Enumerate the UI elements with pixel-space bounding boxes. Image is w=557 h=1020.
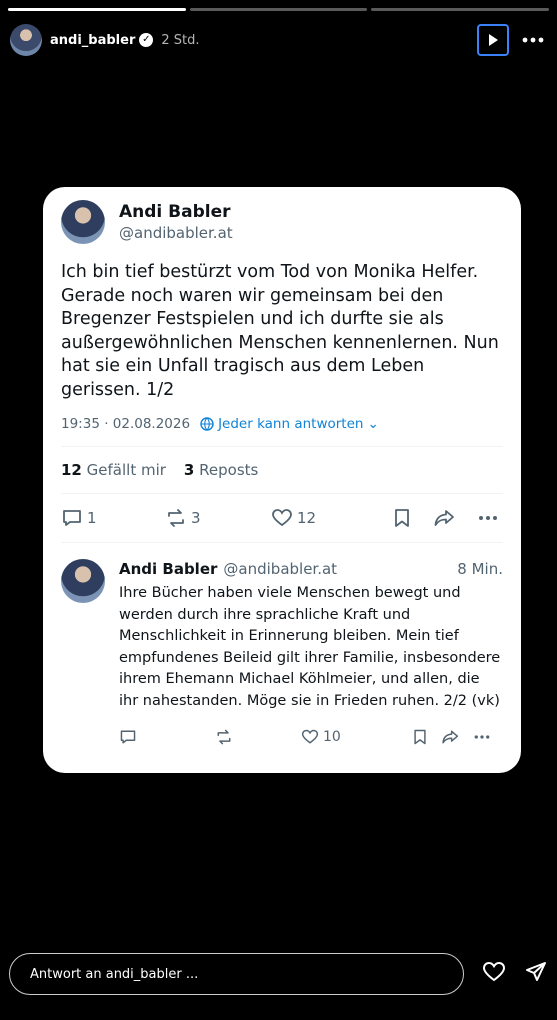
heart-icon: [272, 509, 292, 527]
reply-bookmark-action: [411, 728, 441, 746]
likes-count: 12: [61, 461, 82, 479]
progress-segment: [8, 8, 186, 11]
send-icon: [526, 962, 546, 981]
repost-action: 3: [165, 507, 271, 529]
post-author-handle: @andibabler.at: [119, 224, 233, 242]
reply-like-count: 10: [323, 729, 341, 745]
comment-icon: [63, 510, 81, 526]
reply-action: 1: [61, 507, 165, 529]
post-stats: 12 Gefällt mir 3 Reposts: [61, 447, 503, 493]
post-age: 2 Std.: [161, 32, 200, 48]
reply-avatar: [61, 559, 105, 603]
like-count: 12: [297, 509, 317, 527]
reply-count: 1: [87, 509, 97, 527]
more-action: [477, 507, 499, 529]
like-action: 12: [271, 507, 391, 529]
reply-comment-action: [119, 728, 215, 746]
like-story-button[interactable]: [482, 960, 506, 988]
verified-badge-icon: ✓: [139, 33, 154, 47]
reply-text: Ihre Bücher haben viele Menschen bewegt …: [119, 585, 501, 709]
reply-like-action: 10: [301, 728, 411, 746]
reply-time: 8 Min.: [457, 560, 503, 578]
likes-label: Gefällt mir: [86, 461, 166, 479]
bookmark-icon: [395, 509, 409, 527]
username[interactable]: andi_babler: [50, 33, 135, 48]
main-post: Andi Babler @andibabler.at Ich bin tief …: [61, 199, 503, 543]
reposts-label: Reposts: [199, 461, 259, 479]
repost-count: 3: [191, 509, 201, 527]
reply-post: Andi Babler @andibabler.at 8 Min. Ihre B…: [61, 559, 503, 748]
globe-icon: [200, 417, 214, 431]
share-action: [433, 507, 477, 529]
heart-icon: [301, 729, 319, 744]
post-timestamp: 19:35 · 02.08.2026: [61, 416, 191, 432]
divider: [61, 542, 503, 543]
reply-author-name: Andi Babler: [119, 560, 218, 578]
post-actions: 1 3 12: [61, 494, 503, 542]
reply-share-action: [441, 728, 473, 746]
share-icon: [442, 730, 459, 744]
repost-icon: [168, 509, 184, 527]
bookmark-icon: [414, 729, 426, 745]
reply-more-action: [473, 728, 491, 746]
story-progress: [8, 8, 550, 11]
more-icon: [479, 516, 497, 520]
more-icon: [522, 37, 544, 43]
more-icon: [474, 735, 490, 739]
post-author-name: Andi Babler: [119, 202, 231, 222]
chevron-down-icon: ⌄: [367, 416, 379, 432]
reply-setting-label: Jeder kann antworten: [218, 416, 364, 432]
repost-icon: [217, 729, 231, 745]
reply-actions: 10: [119, 726, 503, 748]
reposts-count: 3: [183, 461, 195, 479]
heart-icon: [482, 961, 506, 982]
story-reply-bar: Antwort an andi_babler ...: [9, 952, 548, 996]
post-screenshot-card: Andi Babler @andibabler.at Ich bin tief …: [43, 187, 521, 773]
share-icon: [434, 510, 454, 526]
progress-segment: [371, 8, 550, 11]
post-meta: 19:35 · 02.08.2026 Jeder kann antworten …: [61, 416, 503, 432]
comment-icon: [120, 730, 136, 744]
bookmark-action: [391, 507, 433, 529]
reply-author-handle: @andibabler.at: [223, 560, 338, 578]
play-button[interactable]: [477, 24, 509, 56]
progress-segment: [189, 8, 368, 11]
reply-repost-action: [215, 728, 301, 746]
story-header: andi_babler ✓ 2 Std.: [10, 22, 547, 58]
reply-setting: Jeder kann antworten ⌄: [200, 416, 379, 432]
post-avatar: [61, 200, 105, 244]
more-button[interactable]: [519, 26, 547, 54]
post-text: Ich bin tief bestürzt vom Tod von Monika…: [61, 262, 499, 400]
send-story-button[interactable]: [524, 960, 548, 988]
avatar[interactable]: [10, 24, 42, 56]
story-reply-input[interactable]: Antwort an andi_babler ...: [9, 953, 464, 995]
play-icon: [489, 34, 498, 46]
